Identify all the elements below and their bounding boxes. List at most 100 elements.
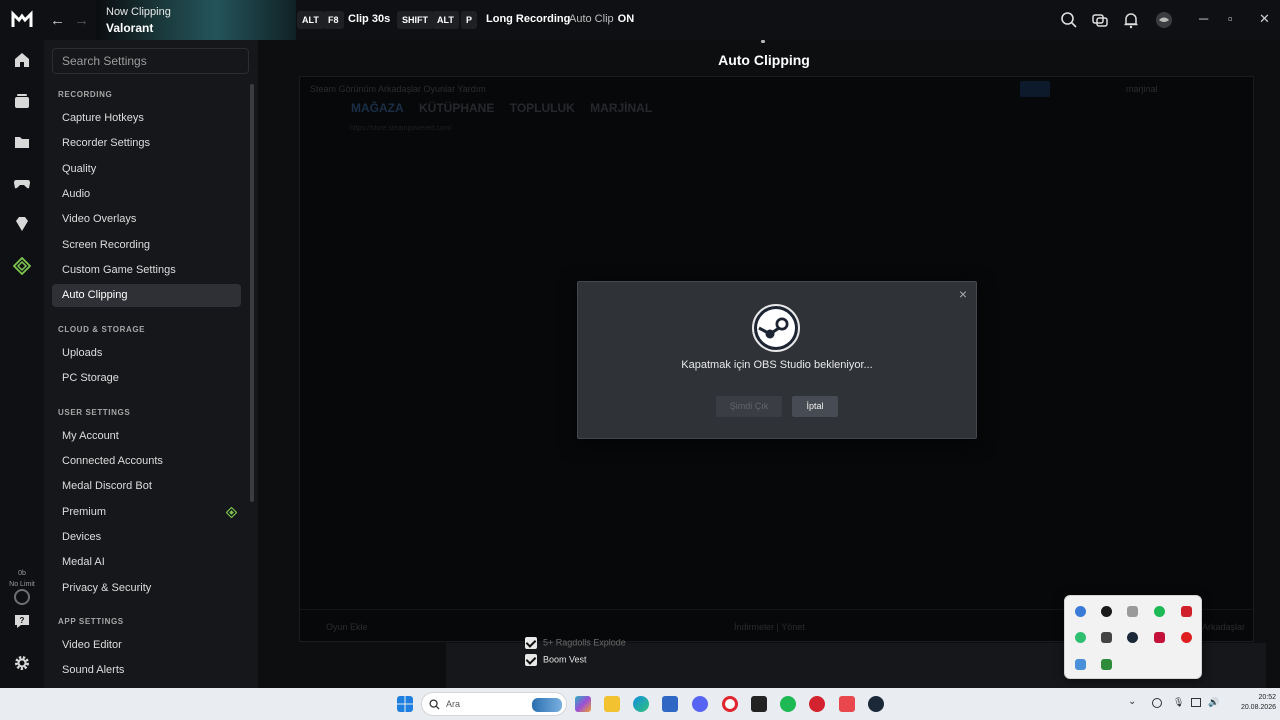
steam-menu-bar[interactable]: Steam Görünüm Arkadaşlar Oyunlar Yardım — [310, 84, 486, 94]
sidebar-item-medal-ai[interactable]: Medal AI — [52, 551, 241, 574]
tab-store[interactable]: MAĞAZA — [351, 101, 404, 115]
tray-app-icon[interactable] — [1181, 606, 1192, 617]
gamepad-icon[interactable] — [13, 174, 31, 192]
sidebar-item-recorder-settings[interactable]: Recorder Settings — [52, 132, 241, 155]
medal-icon[interactable] — [751, 696, 767, 712]
forward-arrow-icon[interactable]: → — [74, 12, 89, 29]
tray-app-icon[interactable] — [1127, 606, 1138, 617]
tab-community[interactable]: TOPLULUK — [510, 101, 575, 115]
display-icon[interactable] — [1191, 698, 1201, 707]
downloads-button[interactable]: İndirmeler | Yönet — [734, 622, 805, 632]
sidebar-item-sound-alerts[interactable]: Sound Alerts — [52, 659, 241, 682]
gem-icon[interactable] — [13, 215, 31, 233]
clips-icon[interactable] — [13, 92, 31, 110]
bell-icon[interactable] — [1122, 11, 1140, 29]
help-icon[interactable]: ? — [13, 612, 31, 630]
storage-ring-icon[interactable] — [14, 589, 30, 605]
tray-app-icon[interactable] — [1101, 606, 1112, 617]
medal-logo-icon[interactable] — [11, 9, 33, 31]
tray-app-icon[interactable] — [1127, 632, 1138, 643]
sidebar-item-uploads[interactable]: Uploads — [52, 342, 241, 365]
section-heading: APP SETTINGS — [58, 617, 124, 626]
hotkey-label-long: Long Recording — [486, 13, 571, 25]
add-game-button[interactable]: Oyun Ekle — [326, 622, 368, 632]
svg-text:?: ? — [20, 616, 25, 625]
tray-app-icon[interactable] — [1075, 659, 1086, 670]
store-icon[interactable] — [662, 696, 678, 712]
tray-app-icon[interactable] — [1154, 606, 1165, 617]
tray-app-icon[interactable] — [1075, 606, 1086, 617]
explorer-icon[interactable] — [604, 696, 620, 712]
app-red-icon[interactable] — [809, 696, 825, 712]
taskbar: Ara ⌄ 🎙 🔊 — [0, 688, 1280, 720]
tab-library[interactable]: KÜTÜPHANE — [419, 101, 494, 115]
sidebar-item-video-overlays[interactable]: Video Overlays — [52, 208, 241, 231]
home-icon[interactable] — [13, 51, 31, 69]
sidebar-item-capture-hotkeys[interactable]: Capture Hotkeys — [52, 107, 241, 130]
copilot-icon[interactable] — [575, 696, 591, 712]
checkbox[interactable] — [525, 654, 537, 666]
taskbar-search[interactable]: Ara — [421, 692, 567, 716]
sidebar-item-screen-recording[interactable]: Screen Recording — [52, 234, 241, 257]
tray-app-icon[interactable] — [1101, 632, 1112, 643]
tray-status-icon[interactable] — [1152, 698, 1162, 708]
sidebar-item-custom-game-settings[interactable]: Custom Game Settings — [52, 259, 241, 282]
auto-clip-status[interactable]: Auto Clip ON — [569, 13, 634, 25]
close-icon[interactable]: × — [959, 286, 967, 302]
steam-notification-button[interactable] — [1020, 81, 1050, 97]
avatar-icon[interactable] — [1155, 11, 1173, 29]
friends-button[interactable]: Arkadaşlar — [1202, 622, 1245, 632]
volume-icon[interactable]: 🔊 — [1208, 697, 1219, 708]
sidebar-item-connected-accounts[interactable]: Connected Accounts — [52, 450, 241, 473]
edge-icon[interactable] — [633, 696, 649, 712]
sidebar-scrollbar[interactable] — [250, 84, 254, 502]
search-icon — [429, 699, 440, 710]
cancel-button[interactable]: İptal — [792, 396, 838, 417]
close-icon[interactable]: ✕ — [1259, 11, 1270, 27]
tray-app-icon[interactable] — [1181, 632, 1192, 643]
screens-icon[interactable] — [1091, 11, 1109, 29]
minimize-icon[interactable]: ─ — [1199, 11, 1208, 26]
checkbox[interactable] — [525, 637, 537, 649]
sidebar-item-devices[interactable]: Devices — [52, 526, 241, 549]
top-bar: ← → Now Clipping Valorant ALT F8 Clip 30… — [0, 0, 1280, 40]
sidebar-item-my-account[interactable]: My Account — [52, 425, 241, 448]
sidebar-item-medal-discord-bot[interactable]: Medal Discord Bot — [52, 475, 241, 498]
steam-tabs: MAĞAZA KÜTÜPHANE TOPLULUK MARJİNAL — [351, 101, 664, 115]
steam-icon[interactable] — [868, 696, 884, 712]
list-item[interactable]: 5+ Ragdolls Explode — [525, 637, 626, 651]
tray-app-icon[interactable] — [1101, 659, 1112, 670]
sidebar-item-privacy-security[interactable]: Privacy & Security — [52, 577, 241, 600]
sidebar-item-pc-storage[interactable]: PC Storage — [52, 367, 241, 390]
sidebar-item-video-editor[interactable]: Video Editor — [52, 634, 241, 657]
hotkey-key: SHIFT — [397, 11, 433, 29]
steam-url: https://store.steampowered.com/ — [350, 125, 452, 132]
valorant-icon[interactable] — [839, 696, 855, 712]
section-heading: CLOUD & STORAGE — [58, 325, 146, 334]
sidebar-item-label: Premium — [62, 506, 107, 518]
windows-icon[interactable] — [397, 696, 413, 712]
tray-app-icon[interactable] — [1075, 632, 1086, 643]
medal-premium-icon[interactable] — [13, 257, 31, 275]
settings-search-input[interactable] — [52, 48, 249, 74]
opera-icon[interactable] — [722, 696, 738, 712]
list-item[interactable]: Boom Vest — [525, 654, 587, 668]
sidebar-item-auto-clipping[interactable]: Auto Clipping — [52, 284, 241, 307]
taskbar-clock[interactable]: 20:52 20.08.2026 — [1232, 693, 1276, 713]
sidebar-item-quality[interactable]: Quality — [52, 158, 241, 181]
sidebar-item-premium[interactable]: Premium — [52, 501, 241, 524]
sidebar-item-audio[interactable]: Audio — [52, 183, 241, 206]
maximize-icon[interactable]: ▫ — [1228, 11, 1233, 26]
quit-now-button[interactable]: Şimdi Çık — [716, 396, 782, 417]
chevron-up-icon[interactable]: ⌄ — [1128, 696, 1136, 707]
spotify-icon[interactable] — [780, 696, 796, 712]
tray-app-icon[interactable] — [1154, 632, 1165, 643]
mic-icon[interactable]: 🎙 — [1173, 697, 1184, 708]
settings-icon[interactable] — [13, 654, 31, 672]
search-icon[interactable] — [1060, 11, 1078, 29]
folder-icon[interactable] — [13, 133, 31, 151]
tab-profile[interactable]: MARJİNAL — [590, 101, 652, 115]
steam-username[interactable]: marjinal — [1126, 84, 1158, 94]
back-arrow-icon[interactable]: ← — [50, 12, 65, 29]
discord-icon[interactable] — [692, 696, 708, 712]
